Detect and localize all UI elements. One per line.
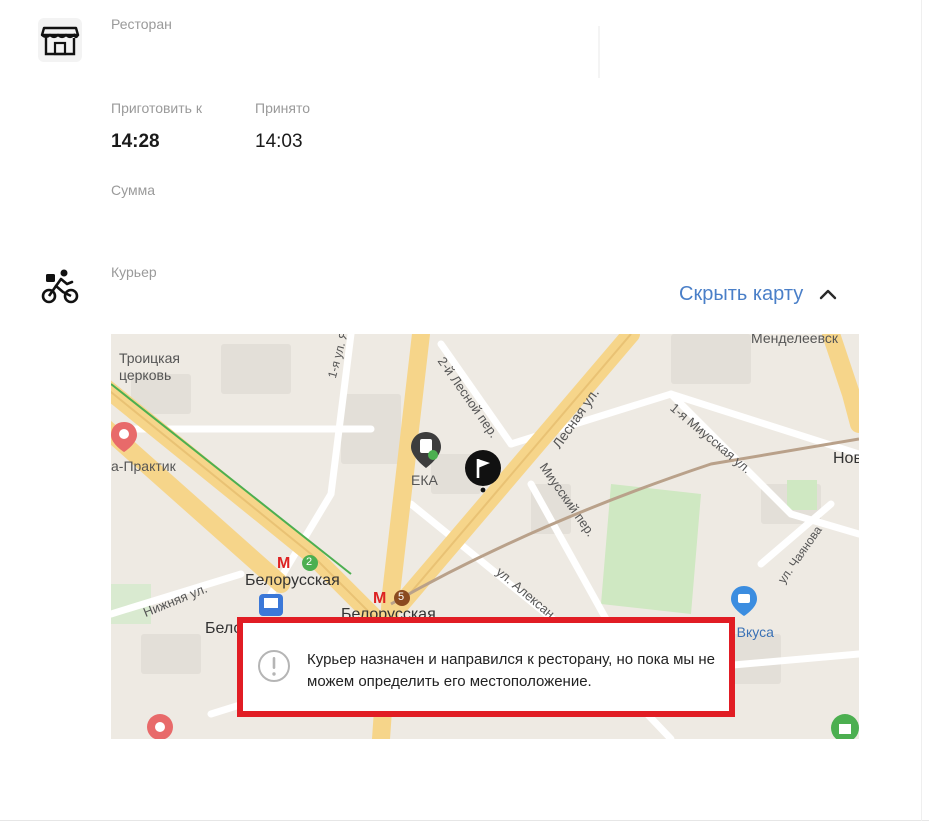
prepare-by-label: Приготовить к [111, 100, 202, 116]
map-label-praktik: а-Практик [111, 458, 176, 474]
accepted-label: Принято [255, 100, 311, 116]
map-label-eka: ЕКА [411, 472, 438, 488]
notice-text: Курьер назначен и направился к ресторану… [307, 651, 715, 690]
map-label-nov: Нов [833, 450, 859, 467]
hide-map-label: Скрыть карту [679, 282, 804, 305]
restaurant-store-icon [38, 18, 82, 62]
map-label-mendeleev: Менделеевск [751, 334, 838, 346]
sum-label: Сумма [111, 182, 155, 198]
metro-m-icon: М [277, 555, 291, 572]
courier-bicycle-icon [40, 266, 80, 306]
bottom-divider [0, 820, 929, 821]
map-label-church: Троицкая церковь [119, 350, 180, 383]
metro-line-5-badge: 5 [398, 591, 405, 603]
map-label-belorusskaya-2: Белорусская [245, 572, 340, 589]
accepted-value: 14:03 [255, 131, 303, 152]
courier-label: Курьер [111, 264, 157, 280]
courier-location-notice: Курьер назначен и направился к ресторану… [237, 617, 735, 717]
metro-line-2-badge: 2 [306, 556, 313, 568]
chevron-up-icon [819, 283, 837, 306]
restaurant-placeholder-divider [598, 26, 600, 78]
prepare-by-value: 14:28 [111, 131, 160, 152]
restaurant-label: Ресторан [111, 16, 172, 32]
exclamation-circle-icon [257, 649, 291, 688]
hide-map-button[interactable]: Скрыть карту [679, 281, 837, 307]
right-divider [921, 0, 922, 821]
